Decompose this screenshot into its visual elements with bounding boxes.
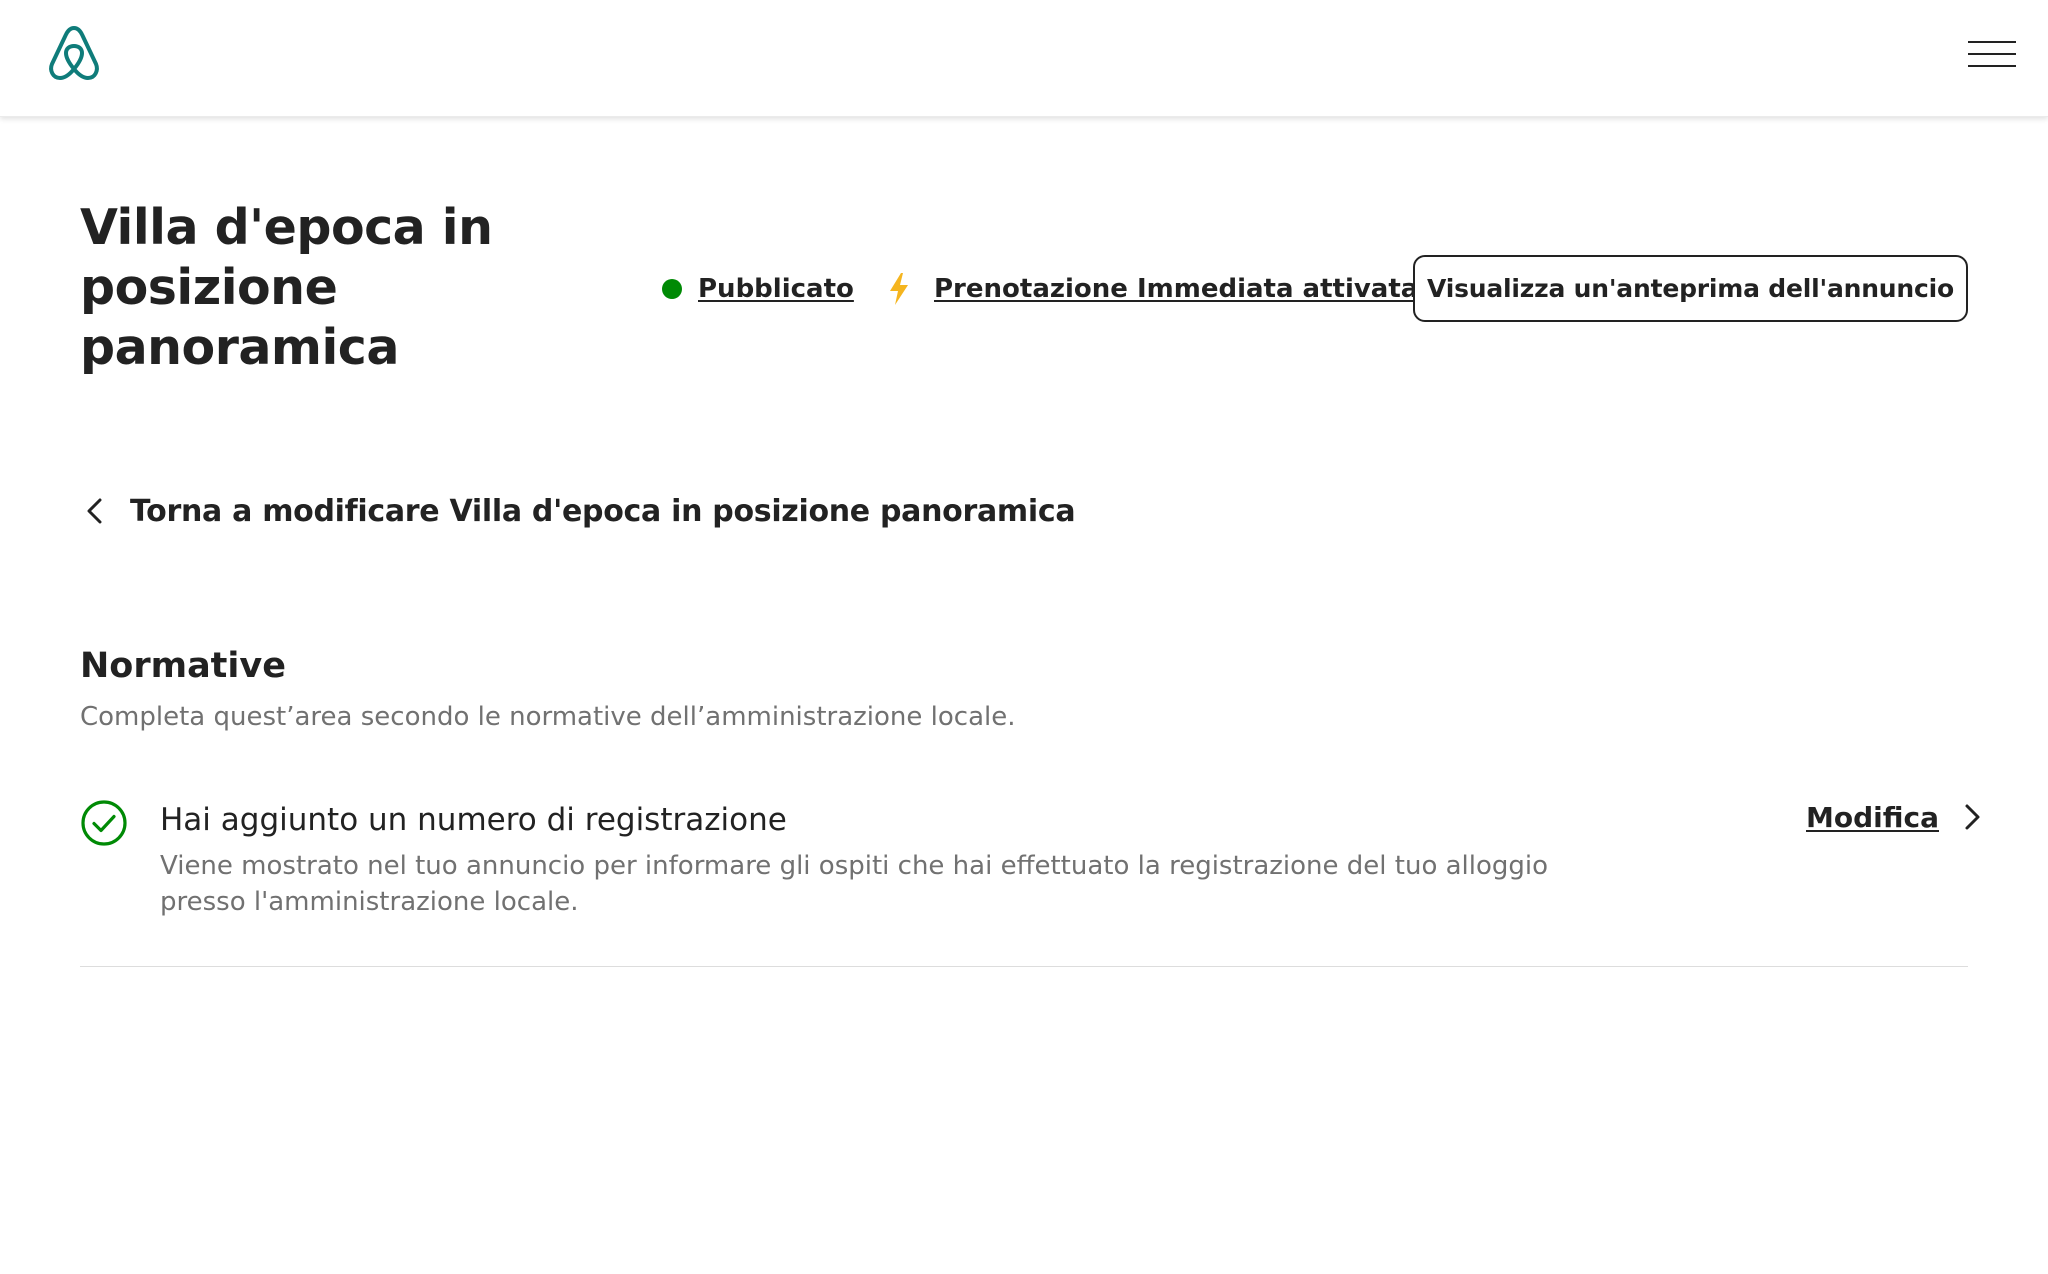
- top-header: [0, 0, 2048, 117]
- chevron-left-icon: [87, 498, 102, 524]
- listing-title: Villa d'epoca in posizione panoramica: [80, 199, 493, 376]
- back-to-edit-link[interactable]: Torna a modificare Villa d'epoca in posi…: [80, 490, 1076, 532]
- edit-link-label[interactable]: Modifica: [1806, 801, 1939, 834]
- registration-item-title: Hai aggiunto un numero di registrazione: [160, 802, 787, 838]
- preview-listing-button[interactable]: Visualizza un'anteprima dell'annuncio: [1413, 255, 1968, 322]
- section-subtitle: Completa quest’area secondo le normative…: [80, 702, 1016, 732]
- airbnb-logo-icon[interactable]: [44, 22, 104, 84]
- check-circle-icon: [81, 800, 127, 846]
- lightning-bolt-icon: [890, 273, 908, 305]
- listing-status[interactable]: Pubblicato: [662, 272, 854, 306]
- instant-book-status[interactable]: Prenotazione Immediata attivata: [886, 272, 1418, 306]
- status-link[interactable]: Pubblicato: [698, 274, 854, 304]
- back-link-label[interactable]: Torna a modificare Villa d'epoca in posi…: [130, 494, 1076, 529]
- instant-book-link[interactable]: Prenotazione Immediata attivata: [934, 274, 1418, 304]
- hamburger-menu-icon[interactable]: [1962, 34, 2018, 74]
- registration-item-description: Viene mostrato nel tuo annuncio per info…: [160, 851, 1549, 917]
- section-title: Normative: [80, 646, 286, 686]
- chevron-right-icon: [1965, 804, 1980, 830]
- section-divider: [80, 966, 1968, 967]
- status-dot-icon: [662, 279, 682, 299]
- edit-registration-button[interactable]: Modifica: [1806, 797, 1985, 837]
